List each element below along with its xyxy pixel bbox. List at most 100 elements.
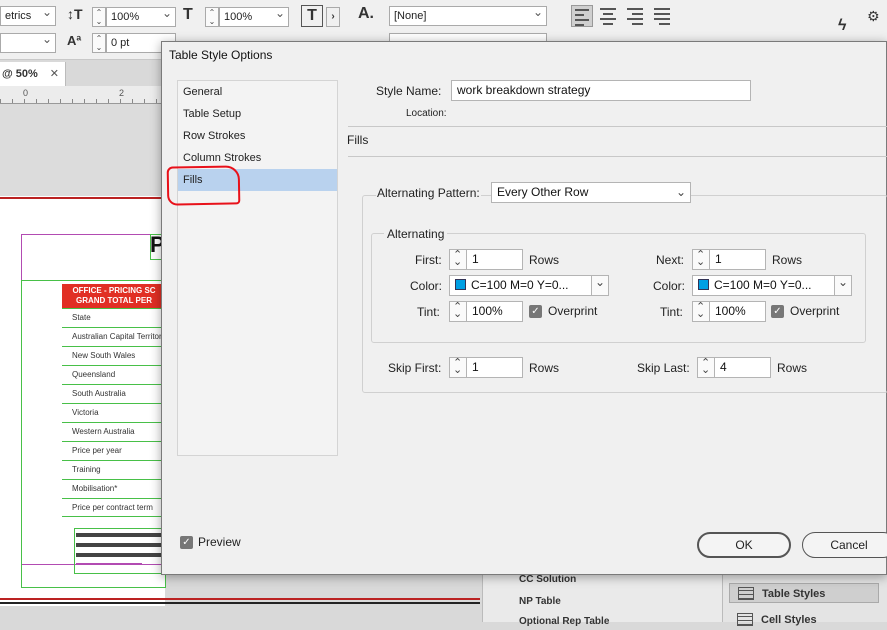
divider (348, 156, 887, 157)
document-tab-label: @ 50% (2, 68, 38, 80)
alternating-pattern-value: Every Other Row (497, 185, 589, 199)
tint-first-stepper[interactable] (449, 300, 467, 322)
color-swatch (698, 279, 709, 290)
alternating-pattern-dropdown[interactable]: Every Other Row ⌄ (491, 182, 691, 203)
first-stepper[interactable] (449, 248, 467, 270)
document-tab[interactable]: @ 50% ✕ (0, 62, 66, 86)
chevron-down-icon: ⌄ (838, 275, 849, 289)
horizontal-ruler[interactable]: 0 2 (0, 86, 165, 104)
next-stepper[interactable] (692, 248, 710, 270)
cancel-button[interactable]: Cancel (802, 532, 887, 558)
first-unit-label: Rows (529, 253, 560, 267)
table-row: Mobilisation* (62, 479, 166, 498)
vertical-scale-value: 100% (111, 11, 140, 23)
table-styles-list-panel: CC Solution NP Table Optional Rep Table (482, 574, 722, 627)
tint-first-input[interactable]: 100% (466, 301, 523, 322)
options-nav: General Table Setup Row Strokes Column S… (177, 80, 338, 456)
vertical-scale-field[interactable]: 100% (106, 6, 176, 27)
first-label: First: (415, 253, 442, 267)
list-item[interactable]: CC Solution (519, 574, 576, 585)
tracking-dropdown[interactable] (0, 32, 56, 53)
list-item[interactable]: NP Table (519, 596, 561, 607)
cell-styles-label: Cell Styles (761, 614, 817, 626)
baseline-shift-stepper[interactable]: ⌃ ⌄ (92, 33, 106, 53)
skip-last-label: Skip Last: (637, 361, 690, 375)
tint-next-label: Tint: (660, 305, 683, 319)
doc-bar (76, 553, 166, 557)
gear-icon[interactable]: ⚙ (867, 8, 880, 25)
overprint-first-checkbox[interactable]: ✓ (529, 305, 542, 318)
bleed-guide (0, 598, 480, 600)
ruler-mark: 0 (23, 88, 29, 98)
color-next-value: C=100 M=0 Y=0... (714, 278, 812, 292)
table-row: Australian Capital Territor (62, 327, 166, 346)
skip-first-label: Skip First: (388, 361, 442, 375)
font-metrics-dropdown[interactable]: etrics (0, 5, 56, 26)
text-frame-icon[interactable]: T (301, 5, 323, 27)
justify-icon[interactable] (651, 5, 673, 27)
overprint-next-checkbox[interactable]: ✓ (771, 305, 784, 318)
vertical-scale-stepper[interactable]: ⌃ ⌄ (92, 7, 106, 27)
first-rows-input[interactable]: 1 (466, 249, 523, 270)
divider (348, 126, 887, 127)
table-row: Queensland (62, 365, 166, 384)
horizontal-scale-field[interactable]: 100% (219, 6, 289, 27)
section-title: Fills (347, 133, 369, 147)
skip-first-input[interactable]: 1 (466, 357, 523, 378)
chevron-down-icon: ⌄ (595, 275, 606, 289)
document-table-header: OFFICE - PRICING SC GRAND TOTAL PER (62, 284, 166, 308)
character-style-icon: A. (358, 5, 374, 22)
table-header-line: OFFICE - PRICING SC (72, 286, 156, 295)
close-icon[interactable]: ✕ (50, 62, 59, 86)
color-next-dropdown-button[interactable]: ⌄ (834, 275, 852, 296)
skip-last-unit-label: Rows (777, 361, 808, 375)
pasteboard (0, 104, 165, 196)
skip-last-input[interactable]: 4 (714, 357, 771, 378)
overprint-first-label: Overprint (548, 304, 598, 318)
vertical-scale-icon: ↕T (67, 6, 83, 22)
next-rows-input[interactable]: 1 (709, 249, 766, 270)
nav-item-general[interactable]: General (178, 81, 337, 103)
ruler-mark: 2 (119, 88, 125, 98)
table-styles-icon (738, 587, 754, 600)
align-right-icon[interactable] (624, 5, 646, 27)
table-styles-tab[interactable]: Table Styles (729, 583, 879, 603)
tint-next-stepper[interactable] (692, 300, 710, 322)
lightning-icon[interactable]: ϟ (838, 17, 846, 35)
nav-item-table-setup[interactable]: Table Setup (178, 103, 337, 125)
horizontal-scale-stepper[interactable]: ⌃ ⌄ (205, 7, 219, 27)
table-row: State (62, 308, 166, 327)
expand-chevron-icon[interactable]: › (326, 7, 340, 27)
alternating-pattern-label: Alternating Pattern: (376, 186, 481, 200)
nav-item-row-strokes[interactable]: Row Strokes (178, 125, 337, 147)
table-header-line: GRAND TOTAL PER (75, 296, 152, 305)
table-style-options-dialog: Table Style Options General Table Setup … (161, 41, 887, 575)
skip-last-stepper[interactable] (697, 356, 715, 378)
preview-label: Preview (198, 535, 241, 549)
ok-button[interactable]: OK (697, 532, 791, 558)
tint-next-input[interactable]: 100% (709, 301, 766, 322)
color-first-dropdown-button[interactable]: ⌄ (591, 275, 609, 296)
character-style-value: [None] (394, 10, 427, 22)
character-style-dropdown[interactable]: [None] (389, 5, 547, 26)
color-swatch (455, 279, 466, 290)
next-label: Next: (656, 253, 685, 267)
color-first-dropdown[interactable]: C=100 M=0 Y=0... (449, 275, 592, 296)
font-metrics-value: etrics (5, 10, 32, 22)
styles-panel: Table Styles Cell Styles (722, 574, 887, 626)
horizontal-scale-value: 100% (224, 11, 253, 23)
table-row: Price per contract term (62, 498, 166, 517)
color-first-value: C=100 M=0 Y=0... (471, 278, 569, 292)
table-row: Training (62, 460, 166, 479)
horizontal-scale-icon: T (183, 6, 193, 23)
preview-checkbox[interactable]: ✓ (180, 536, 193, 549)
color-next-dropdown[interactable]: C=100 M=0 Y=0... (692, 275, 835, 296)
page-edge (0, 602, 480, 604)
cell-styles-tab[interactable]: Cell Styles (729, 610, 879, 630)
align-left-icon[interactable] (571, 5, 593, 27)
skip-first-stepper[interactable] (449, 356, 467, 378)
table-row: Price per year (62, 441, 166, 460)
style-name-input[interactable]: work breakdown strategy (451, 80, 751, 101)
align-center-icon[interactable] (597, 5, 619, 27)
table-row: South Australia (62, 384, 166, 403)
